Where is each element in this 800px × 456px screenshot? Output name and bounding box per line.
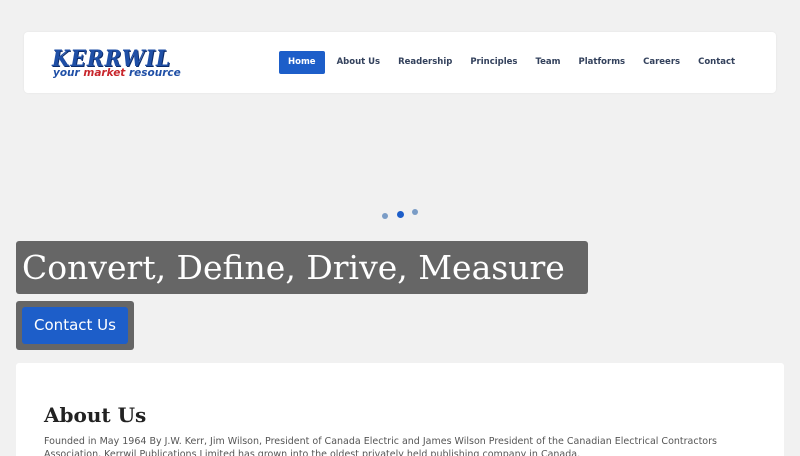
nav-principles[interactable]: Principles bbox=[461, 51, 526, 74]
carousel-dot-2[interactable] bbox=[397, 211, 404, 218]
logo-tagline: your market resource bbox=[53, 67, 181, 79]
logo-tagline-prefix: your bbox=[53, 67, 84, 79]
logo-wordmark: KERRWIL bbox=[52, 46, 172, 72]
hero-title: Convert, Define, Drive, Measure bbox=[16, 241, 588, 294]
carousel-dot-1[interactable] bbox=[382, 213, 388, 219]
nav-contact[interactable]: Contact bbox=[689, 51, 744, 74]
carousel-dot-3[interactable] bbox=[412, 209, 418, 215]
nav-readership[interactable]: Readership bbox=[389, 51, 461, 74]
about-text: Founded in May 1964 By J.W. Kerr, Jim Wi… bbox=[44, 436, 717, 456]
hero-cta-wrapper: Contact Us bbox=[16, 301, 134, 350]
nav-platforms[interactable]: Platforms bbox=[570, 51, 635, 74]
about-title: About Us bbox=[44, 403, 147, 427]
nav-home[interactable]: Home bbox=[279, 51, 325, 74]
logo-tagline-accent: market bbox=[83, 67, 126, 79]
carousel-indicators bbox=[381, 207, 421, 219]
navbar: KERRWIL your market resource Home About … bbox=[24, 32, 776, 93]
contact-us-button[interactable]: Contact Us bbox=[22, 307, 128, 344]
kerrwil-logo[interactable]: KERRWIL your market resource bbox=[52, 46, 190, 79]
nav-team[interactable]: Team bbox=[527, 51, 570, 74]
nav-careers[interactable]: Careers bbox=[634, 51, 689, 74]
about-section: About Us Founded in May 1964 By J.W. Ker… bbox=[16, 363, 784, 456]
nav-about-us[interactable]: About Us bbox=[328, 51, 390, 74]
main-nav: Home About Us Readership Principles Team… bbox=[279, 51, 744, 74]
logo-tagline-suffix: resource bbox=[125, 67, 181, 79]
